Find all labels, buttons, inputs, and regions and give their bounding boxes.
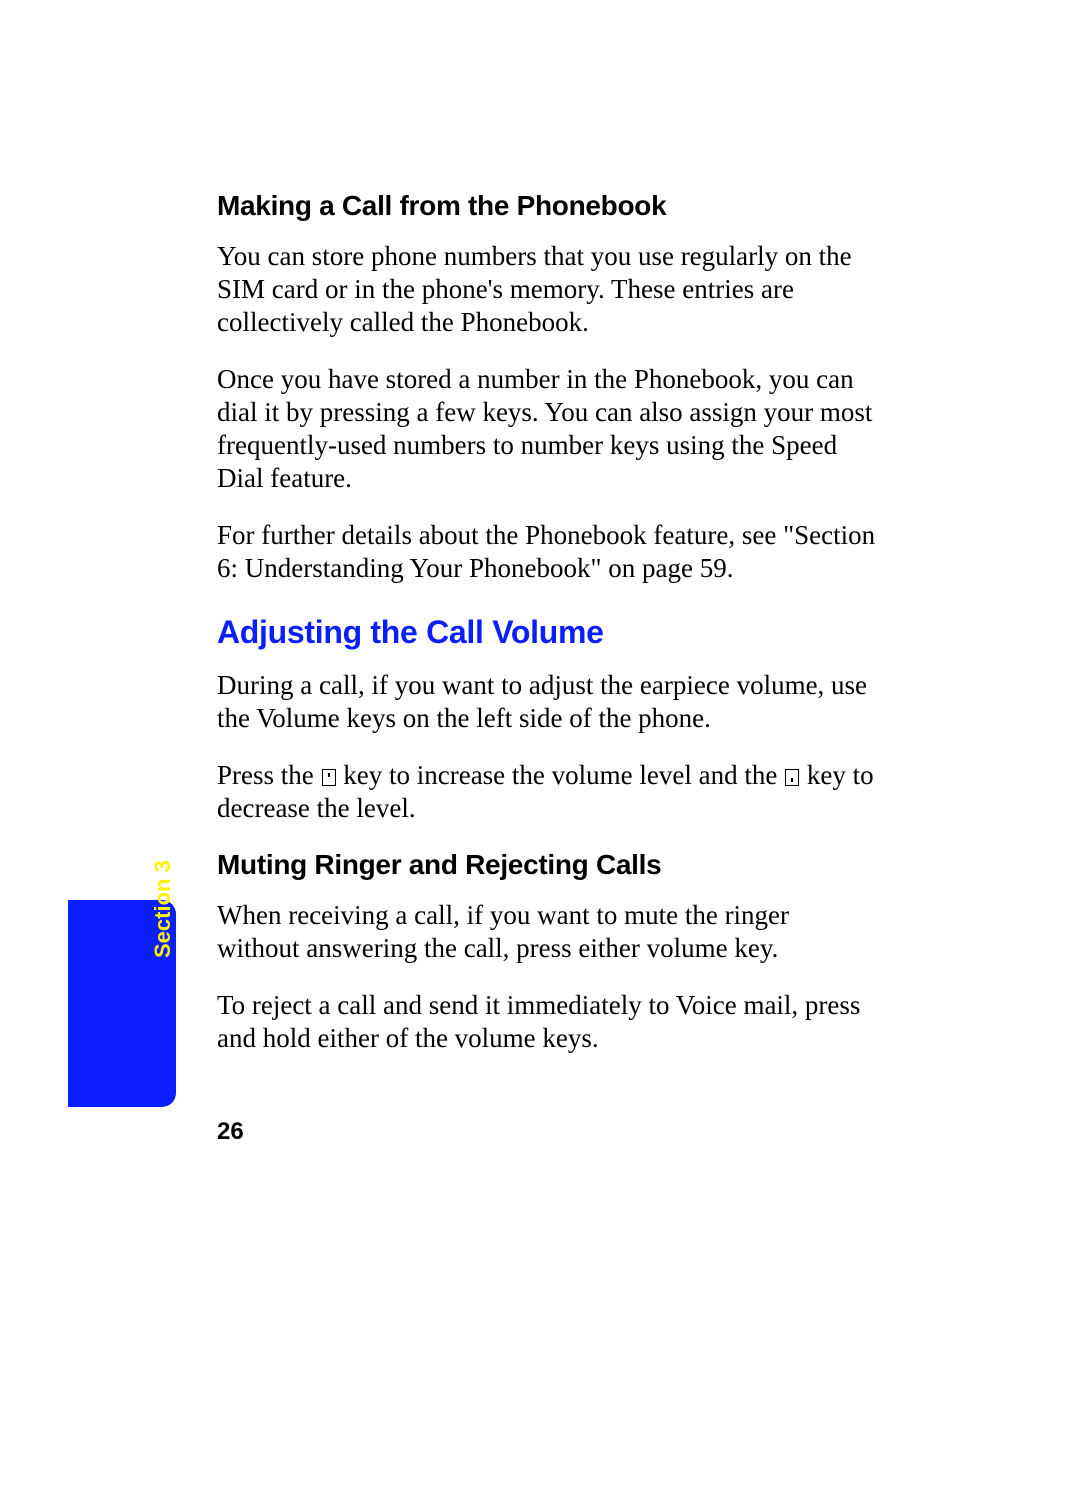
- para-volume-intro: During a call, if you want to adjust the…: [217, 669, 877, 735]
- page: Making a Call from the Phonebook You can…: [0, 0, 1080, 1492]
- para-mute-ringer: When receiving a call, if you want to mu…: [217, 899, 877, 965]
- para-phonebook-intro: You can store phone numbers that you use…: [217, 240, 877, 339]
- para-volume-keys: Press the key to increase the volume lev…: [217, 759, 877, 825]
- para-phonebook-dial: Once you have stored a number in the Pho…: [217, 363, 877, 495]
- content-column: Making a Call from the Phonebook You can…: [217, 190, 877, 1079]
- para-reject-call: To reject a call and send it immediately…: [217, 989, 877, 1055]
- text-pre: Press the: [217, 760, 321, 790]
- section-tab-label: Section 3: [150, 860, 176, 958]
- para-phonebook-ref: For further details about the Phonebook …: [217, 519, 877, 585]
- page-number: 26: [217, 1118, 244, 1146]
- volume-down-key-icon: [785, 769, 799, 786]
- text-mid: key to increase the volume level and the: [337, 760, 785, 790]
- heading-call-volume: Adjusting the Call Volume: [217, 614, 877, 651]
- heading-muting: Muting Ringer and Rejecting Calls: [217, 849, 877, 881]
- volume-up-key-icon: [322, 769, 336, 786]
- heading-phonebook: Making a Call from the Phonebook: [217, 190, 877, 222]
